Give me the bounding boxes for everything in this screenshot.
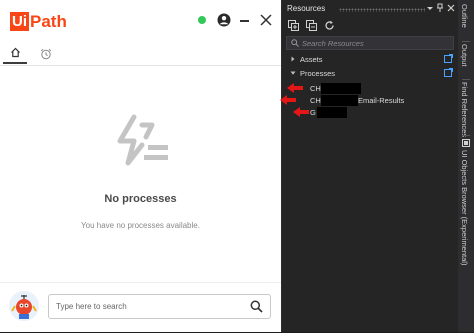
logo-text: Path xyxy=(30,12,67,31)
tree-item-assets[interactable]: Assets xyxy=(282,53,458,66)
close-icon[interactable] xyxy=(259,13,273,27)
caret-right-icon[interactable] xyxy=(290,56,296,62)
tree-item-label: Assets xyxy=(300,55,323,64)
minimize-icon[interactable] xyxy=(240,20,249,22)
refresh-icon[interactable] xyxy=(324,20,335,31)
resources-search-placeholder: Search Resources xyxy=(302,39,364,48)
resources-search-box[interactable]: Search Resources xyxy=(286,36,454,50)
expand-all-icon[interactable] xyxy=(288,20,299,31)
pin-icon[interactable] xyxy=(435,3,445,13)
assistant-window: Ui Path No processes You have no process… xyxy=(0,0,282,332)
process-item[interactable]: G xyxy=(310,107,350,118)
collapse-all-icon[interactable] xyxy=(306,20,317,31)
panel-title: Resources xyxy=(287,4,326,13)
process-item[interactable]: CH xyxy=(310,83,370,94)
process-name: CH xyxy=(310,96,321,105)
resources-panel-header: Resources xyxy=(282,0,458,17)
search-icon[interactable] xyxy=(250,300,263,313)
redaction-bar xyxy=(321,83,361,94)
assistant-bottom-bar xyxy=(0,282,281,333)
search-icon xyxy=(291,39,299,47)
side-tab-find-references[interactable]: Find References xyxy=(460,82,469,137)
side-tab-strip: Outline Output Find References UI Object… xyxy=(458,0,474,332)
ui-objects-browser-icon xyxy=(462,139,470,147)
uipath-logo: Ui Path xyxy=(10,12,67,31)
process-name: CH xyxy=(310,84,321,93)
assistant-tabs xyxy=(0,43,281,66)
red-arrow-annotation-icon xyxy=(293,107,309,117)
tree-item-label: Processes xyxy=(300,69,336,78)
user-account-icon[interactable] xyxy=(217,13,231,27)
empty-state-subtitle: You have no processes available. xyxy=(81,221,200,230)
side-tab-output[interactable]: Output xyxy=(460,44,469,67)
side-tab-divider xyxy=(462,135,470,136)
side-tab-ui-objects-browser[interactable]: UI Objects Browser (Experimental) xyxy=(460,150,469,265)
open-in-orchestrator-icon[interactable] xyxy=(444,54,453,63)
assistant-search-box[interactable] xyxy=(48,294,271,319)
robot-mascot-icon xyxy=(11,295,37,319)
tree-item-processes[interactable]: Processes xyxy=(282,67,458,80)
no-processes-icon xyxy=(117,114,168,166)
open-in-orchestrator-icon[interactable] xyxy=(444,68,453,77)
redaction-bar xyxy=(321,95,358,106)
redaction-bar xyxy=(317,107,347,118)
logo-box-text: Ui xyxy=(10,12,29,31)
empty-state-title: No processes xyxy=(104,193,177,205)
resources-panel: Resources Search Resources Assets Proces… xyxy=(280,0,458,332)
side-tab-outline[interactable]: Outline xyxy=(460,4,469,28)
robot-avatar[interactable] xyxy=(9,291,39,321)
red-arrow-annotation-icon xyxy=(287,83,303,93)
process-name-suffix: Email-Results xyxy=(358,96,405,105)
assistant-search-input[interactable] xyxy=(56,299,241,314)
red-arrow-annotation-icon xyxy=(280,95,296,105)
process-item[interactable]: CH Email-Results xyxy=(310,95,450,106)
home-icon xyxy=(10,47,20,58)
resources-toolbar xyxy=(282,17,458,34)
caret-down-icon[interactable] xyxy=(290,70,296,76)
tab-schedule[interactable] xyxy=(36,43,56,64)
side-tab-divider xyxy=(462,41,470,42)
connection-status-icon xyxy=(198,16,206,24)
alarm-clock-icon xyxy=(40,48,52,59)
panel-dropdown-icon[interactable] xyxy=(425,3,435,13)
process-name: G xyxy=(310,108,316,117)
assistant-titlebar: Ui Path xyxy=(0,0,281,40)
panel-drag-grip[interactable] xyxy=(339,8,425,12)
side-tab-divider xyxy=(462,79,470,80)
tab-home[interactable] xyxy=(3,43,27,64)
panel-close-icon[interactable] xyxy=(446,3,456,13)
